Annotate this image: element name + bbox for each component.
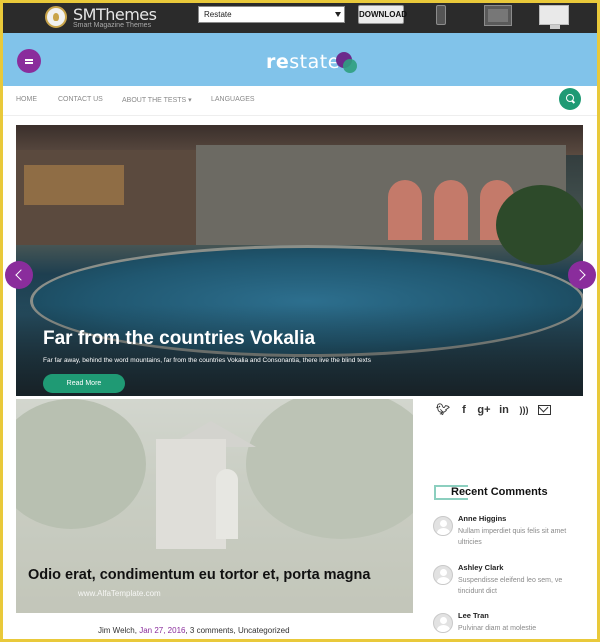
hero-title[interactable]: Far from the countries Vokalia [43,328,315,350]
twitter-icon[interactable]: 🐦︎ [436,403,450,417]
hero-photo-arch [434,180,468,240]
post-category[interactable]: Uncategorized [238,626,290,635]
slider-next-icon[interactable] [568,261,596,289]
smthemes-logo-icon[interactable] [45,6,67,28]
recent-comments-title: Recent Comments [451,486,548,498]
post-date[interactable]: Jan 27, 2016 [139,626,185,635]
post-comments-link[interactable]: 3 comments [190,626,234,635]
post-meta: Jim Welch, Jan 27, 2016, 3 comments, Unc… [98,626,290,635]
nav-item-home[interactable]: HOME [16,96,37,103]
logo-bold-text: re [266,51,290,73]
chevron-down-icon [335,12,341,17]
phone-icon[interactable] [436,5,446,25]
main-nav: HOME CONTACT US ABOUT THE TESTS ▾ LANGUA… [3,86,597,116]
theme-select-value: Restate [204,10,232,19]
rss-icon[interactable]: ))) [517,403,531,417]
theme-demo-bar: SMThemes Smart Magazine Themes Restate D… [3,3,597,33]
tablet-icon[interactable] [484,5,512,26]
nav-item-contact[interactable]: CONTACT US [58,96,103,103]
smthemes-tagline: Smart Magazine Themes [73,22,152,29]
read-more-button[interactable]: Read More [43,374,125,393]
hamburger-icon [25,59,33,61]
search-icon[interactable] [559,88,581,110]
hero-photo-tree [496,185,583,265]
comment-author[interactable]: Ashley Clark [458,563,503,572]
google-plus-icon[interactable]: g+ [477,403,491,417]
comment-excerpt[interactable]: Suspendisse eleifend leo sem, ve tincidu… [458,575,570,597]
hero-photo-arch [388,180,422,240]
site-header: restate [3,33,597,86]
facebook-icon[interactable]: f [457,403,471,417]
post-thumbnail[interactable]: www.AlfaTemplate.com Odio erat, condimen… [16,399,413,613]
post-author[interactable]: Jim Welch [98,626,135,635]
browser-viewport: SMThemes Smart Magazine Themes Restate D… [3,3,597,639]
slider-prev-icon[interactable] [5,261,33,289]
comment-author[interactable]: Lee Tran [458,611,489,620]
logo-light-text: state [289,51,340,73]
post-title[interactable]: Odio erat, condimentum eu tortor et, por… [28,565,398,585]
hero-slide[interactable]: Far from the countries Vokalia Far far a… [16,125,583,396]
nav-item-about[interactable]: ABOUT THE TESTS ▾ [122,96,192,104]
hamburger-icon-line [25,62,33,64]
theme-select[interactable]: Restate [198,6,345,23]
linkedin-icon[interactable]: in [497,403,511,417]
download-button[interactable]: DOWNLOAD [358,5,407,24]
mail-icon[interactable] [538,405,551,415]
hero-photo-lights [24,165,124,205]
image-watermark: www.AlfaTemplate.com [78,589,161,598]
avatar [433,613,453,633]
comment-author[interactable]: Anne Higgins [458,514,506,523]
nav-item-languages[interactable]: LANGUAGES [211,96,255,103]
desktop-icon[interactable] [539,5,569,29]
avatar [433,565,453,585]
avatar [433,516,453,536]
menu-button[interactable] [17,49,41,73]
site-logo[interactable]: restate [266,51,340,73]
comment-excerpt[interactable]: Pulvinar diam at molestie [458,623,570,634]
hero-excerpt: Far far away, behind the word mountains,… [43,357,371,364]
comment-excerpt[interactable]: Nullam imperdiet quis felis sit amet ult… [458,526,570,548]
logo-mark-green [343,59,357,73]
